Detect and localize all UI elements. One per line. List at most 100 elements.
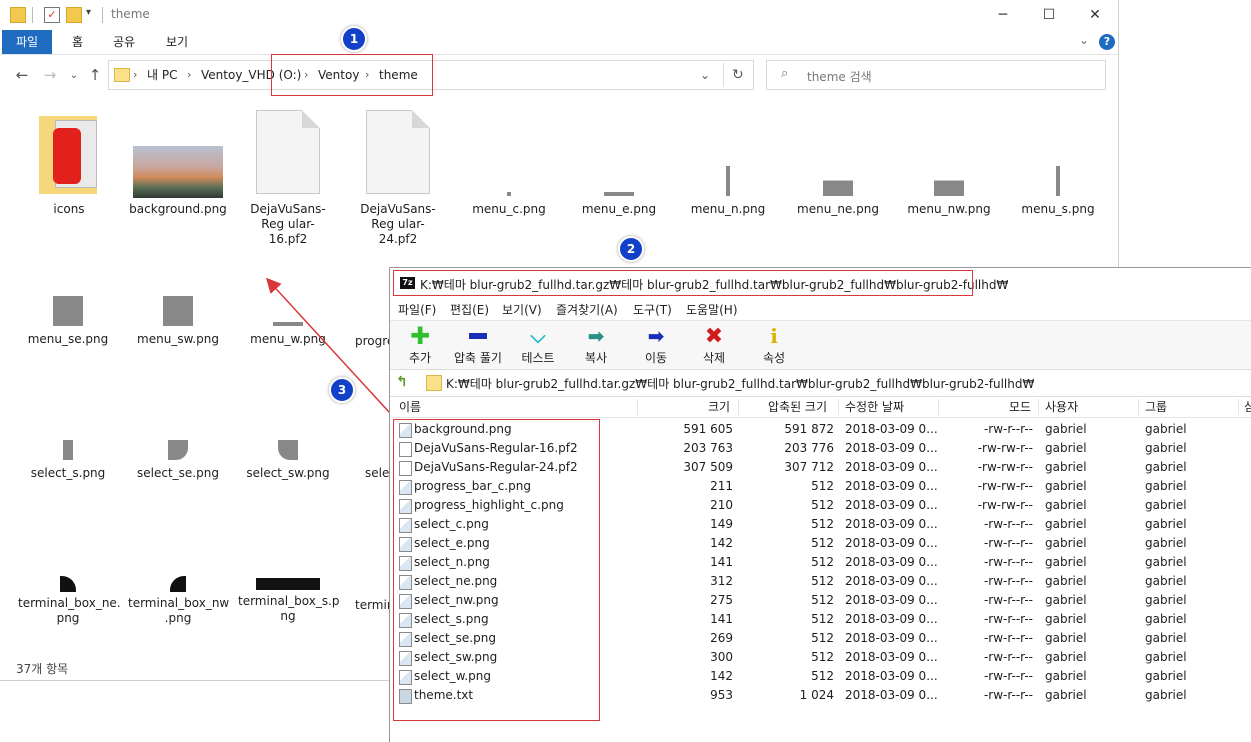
- path-input[interactable]: K:₩테마 blur-grub2_fullhd.tar.gz₩테마 blur-g…: [446, 375, 1034, 392]
- add-button[interactable]: ✚ 추가: [390, 322, 450, 366]
- cell-user: gabriel: [1045, 650, 1087, 664]
- cell-packed-size: 512: [811, 669, 834, 683]
- column-separator: [938, 399, 939, 415]
- cell-modified: 2018-03-09 0...: [845, 555, 938, 569]
- cell-modified: 2018-03-09 0...: [845, 669, 938, 683]
- cell-modified: 2018-03-09 0...: [845, 460, 938, 474]
- cell-user: gabriel: [1045, 574, 1087, 588]
- cell-packed-size: 512: [811, 612, 834, 626]
- cell-group: gabriel: [1145, 517, 1187, 531]
- column-separator: [637, 399, 638, 415]
- sevenzip-menu-bar: 파일(F) 편집(E) 보기(V) 즐겨찾기(A) 도구(T) 도움말(H): [390, 298, 1251, 320]
- cell-packed-size: 512: [811, 650, 834, 664]
- delete-button[interactable]: ✖ 삭제: [684, 324, 744, 366]
- cell-mode: -rw-rw-r--: [977, 498, 1033, 512]
- cell-packed-size: 512: [811, 555, 834, 569]
- move-button[interactable]: ➡ 이동: [626, 324, 686, 366]
- column-size[interactable]: 크기: [708, 397, 730, 417]
- menu-favorites[interactable]: 즐겨찾기(A): [556, 301, 618, 318]
- copy-button[interactable]: ➡ 복사: [566, 324, 626, 366]
- cell-group: gabriel: [1145, 460, 1187, 474]
- cell-packed-size: 512: [811, 498, 834, 512]
- cell-packed-size: 591 872: [784, 422, 834, 436]
- cell-size: 142: [710, 669, 733, 683]
- copy-label: 복사: [584, 351, 608, 365]
- cell-user: gabriel: [1045, 422, 1087, 436]
- cell-group: gabriel: [1145, 631, 1187, 645]
- cell-group: gabriel: [1145, 612, 1187, 626]
- info-icon: i: [770, 324, 778, 348]
- cell-mode: -rw-r--r--: [983, 612, 1033, 626]
- cell-packed-size: 512: [811, 536, 834, 550]
- cell-group: gabriel: [1145, 498, 1187, 512]
- cell-mode: -rw-r--r--: [983, 688, 1033, 702]
- cell-modified: 2018-03-09 0...: [845, 574, 938, 588]
- cell-packed-size: 512: [811, 517, 834, 531]
- extract-label: 압축 풀기: [454, 351, 502, 365]
- cell-size: 210: [710, 498, 733, 512]
- menu-file[interactable]: 파일(F): [398, 301, 436, 318]
- cell-user: gabriel: [1045, 536, 1087, 550]
- column-separator: [738, 399, 739, 415]
- cell-mode: -rw-r--r--: [983, 422, 1033, 436]
- cell-user: gabriel: [1045, 517, 1087, 531]
- cell-mode: -rw-rw-r--: [977, 479, 1033, 493]
- cell-mode: -rw-r--r--: [983, 631, 1033, 645]
- cell-group: gabriel: [1145, 422, 1187, 436]
- cell-size: 300: [710, 650, 733, 664]
- cell-size: 307 509: [683, 460, 733, 474]
- cell-group: gabriel: [1145, 555, 1187, 569]
- info-label: 속성: [762, 351, 786, 365]
- cell-mode: -rw-r--r--: [983, 593, 1033, 607]
- menu-view[interactable]: 보기(V): [502, 301, 542, 318]
- cell-size: 953: [710, 688, 733, 702]
- cell-group: gabriel: [1145, 650, 1187, 664]
- cell-modified: 2018-03-09 0...: [845, 688, 938, 702]
- cell-user: gabriel: [1045, 460, 1087, 474]
- cell-size: 312: [710, 574, 733, 588]
- column-name[interactable]: 이름: [399, 397, 421, 417]
- column-group[interactable]: 그룹: [1145, 397, 1167, 417]
- sevenzip-window: 7z K:₩테마 blur-grub2_fullhd.tar.gz₩테마 blu…: [389, 267, 1251, 742]
- cell-size: 141: [710, 612, 733, 626]
- menu-help[interactable]: 도움말(H): [686, 301, 738, 318]
- cell-user: gabriel: [1045, 688, 1087, 702]
- move-arrow-icon: ➡: [647, 324, 665, 348]
- column-more[interactable]: 심: [1244, 397, 1251, 417]
- cell-mode: -rw-r--r--: [983, 517, 1033, 531]
- column-modified[interactable]: 수정한 날짜: [845, 397, 904, 417]
- copy-arrow-icon: ➡: [587, 324, 605, 348]
- test-label: 테스트: [521, 351, 555, 365]
- cell-mode: -rw-r--r--: [983, 536, 1033, 550]
- cell-mode: -rw-r--r--: [983, 650, 1033, 664]
- extract-button[interactable]: 압축 풀기: [448, 325, 508, 366]
- plus-icon: ✚: [409, 322, 431, 350]
- menu-tools[interactable]: 도구(T): [633, 301, 672, 318]
- column-mode[interactable]: 모드: [1009, 397, 1031, 417]
- cell-group: gabriel: [1145, 688, 1187, 702]
- sevenzip-toolbar: ✚ 추가 압축 풀기 ⌵ 테스트 ➡ 복사 ➡ 이동 ✖ 삭제 i 속성: [390, 320, 1251, 370]
- cell-user: gabriel: [1045, 498, 1087, 512]
- cell-mode: -rw-rw-r--: [977, 460, 1033, 474]
- cell-modified: 2018-03-09 0...: [845, 441, 938, 455]
- up-folder-icon[interactable]: ↰: [396, 374, 408, 390]
- cell-user: gabriel: [1045, 479, 1087, 493]
- cell-modified: 2018-03-09 0...: [845, 650, 938, 664]
- cell-user: gabriel: [1045, 441, 1087, 455]
- sevenzip-path-bar: ↰ K:₩테마 blur-grub2_fullhd.tar.gz₩테마 blur…: [390, 370, 1251, 397]
- cell-modified: 2018-03-09 0...: [845, 517, 938, 531]
- column-packed-size[interactable]: 압축된 크기: [768, 397, 827, 417]
- menu-edit[interactable]: 편집(E): [450, 301, 489, 318]
- cell-modified: 2018-03-09 0...: [845, 498, 938, 512]
- cell-group: gabriel: [1145, 536, 1187, 550]
- column-separator: [1138, 399, 1139, 415]
- file-list-header: 이름 크기 압축된 크기 수정한 날짜 모드 사용자 그룹 심: [390, 397, 1251, 418]
- cell-modified: 2018-03-09 0...: [845, 422, 938, 436]
- cell-modified: 2018-03-09 0...: [845, 612, 938, 626]
- info-button[interactable]: i 속성: [744, 324, 804, 366]
- column-user[interactable]: 사용자: [1045, 397, 1078, 417]
- cell-size: 203 763: [683, 441, 733, 455]
- test-button[interactable]: ⌵ 테스트: [508, 324, 568, 366]
- column-separator: [838, 399, 839, 415]
- cell-modified: 2018-03-09 0...: [845, 479, 938, 493]
